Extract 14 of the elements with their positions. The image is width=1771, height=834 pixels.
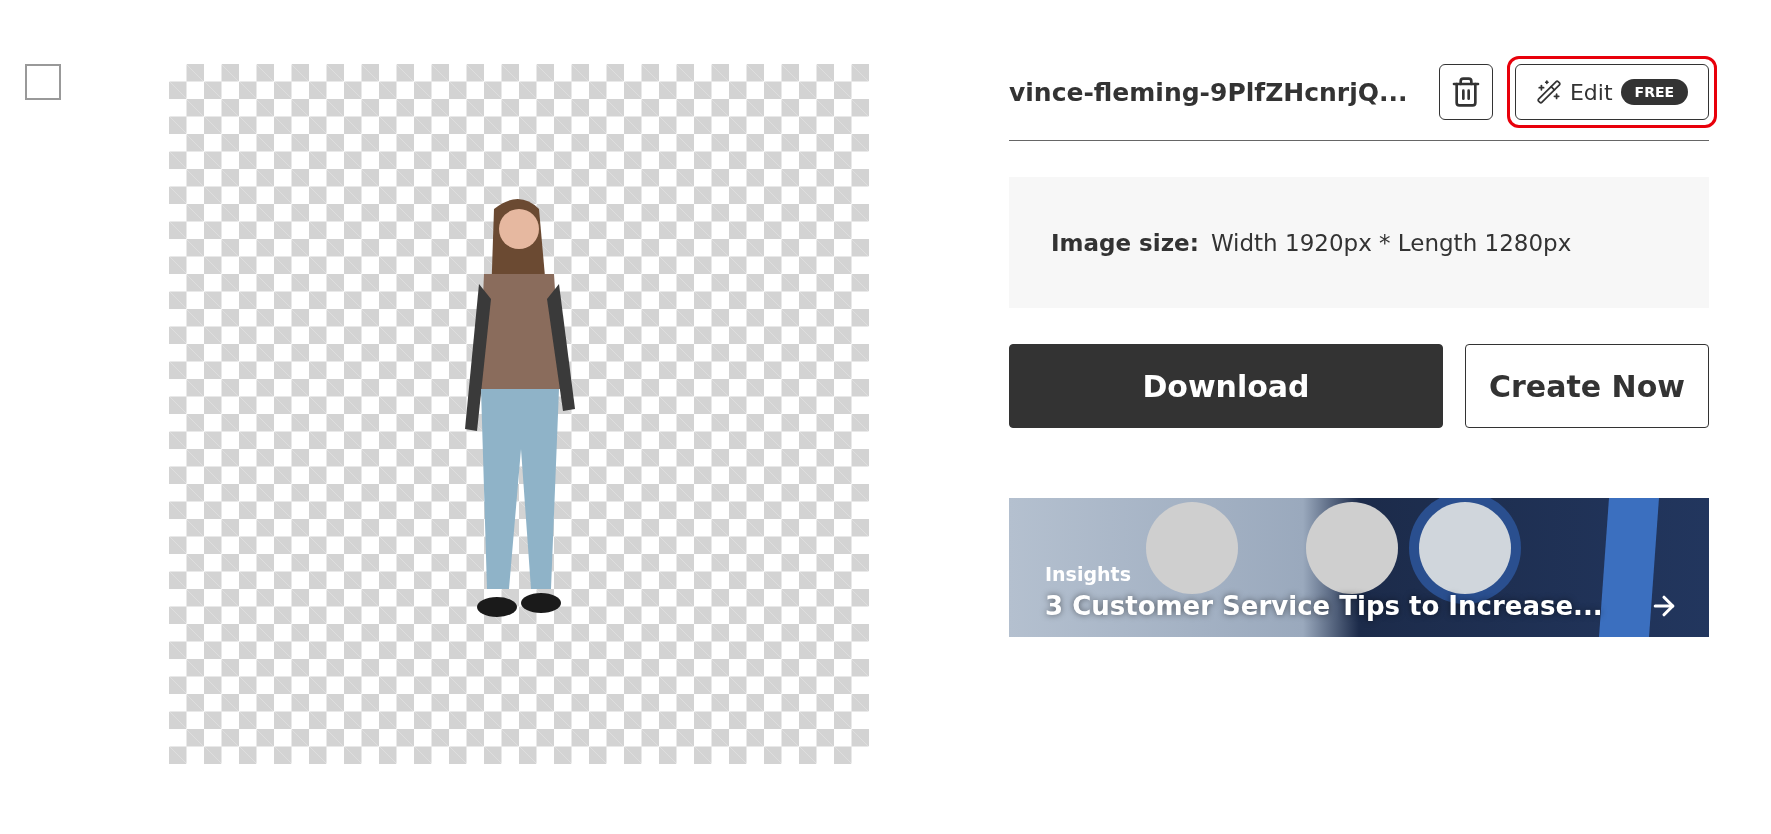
banner-title: 3 Customer Service Tips to Increase...	[1045, 591, 1603, 621]
edit-button[interactable]: Edit FREE	[1515, 64, 1709, 120]
info-label: Image size:	[1051, 229, 1199, 256]
info-value: Width 1920px * Length 1280px	[1210, 229, 1572, 256]
download-button[interactable]: Download	[1009, 344, 1443, 428]
trash-icon	[1450, 76, 1482, 108]
create-button[interactable]: Create Now	[1465, 344, 1709, 428]
magic-wand-icon	[1535, 79, 1562, 105]
delete-button[interactable]	[1439, 64, 1493, 120]
free-badge: FREE	[1620, 79, 1689, 105]
article-banner[interactable]: Insights 3 Customer Service Tips to Increase...	[1009, 498, 1709, 637]
select-checkbox[interactable]	[25, 64, 61, 100]
file-name: vince-fleming-9PlfZHcnrjQ...	[1009, 77, 1409, 107]
banner-tag: Insights	[1045, 563, 1131, 585]
